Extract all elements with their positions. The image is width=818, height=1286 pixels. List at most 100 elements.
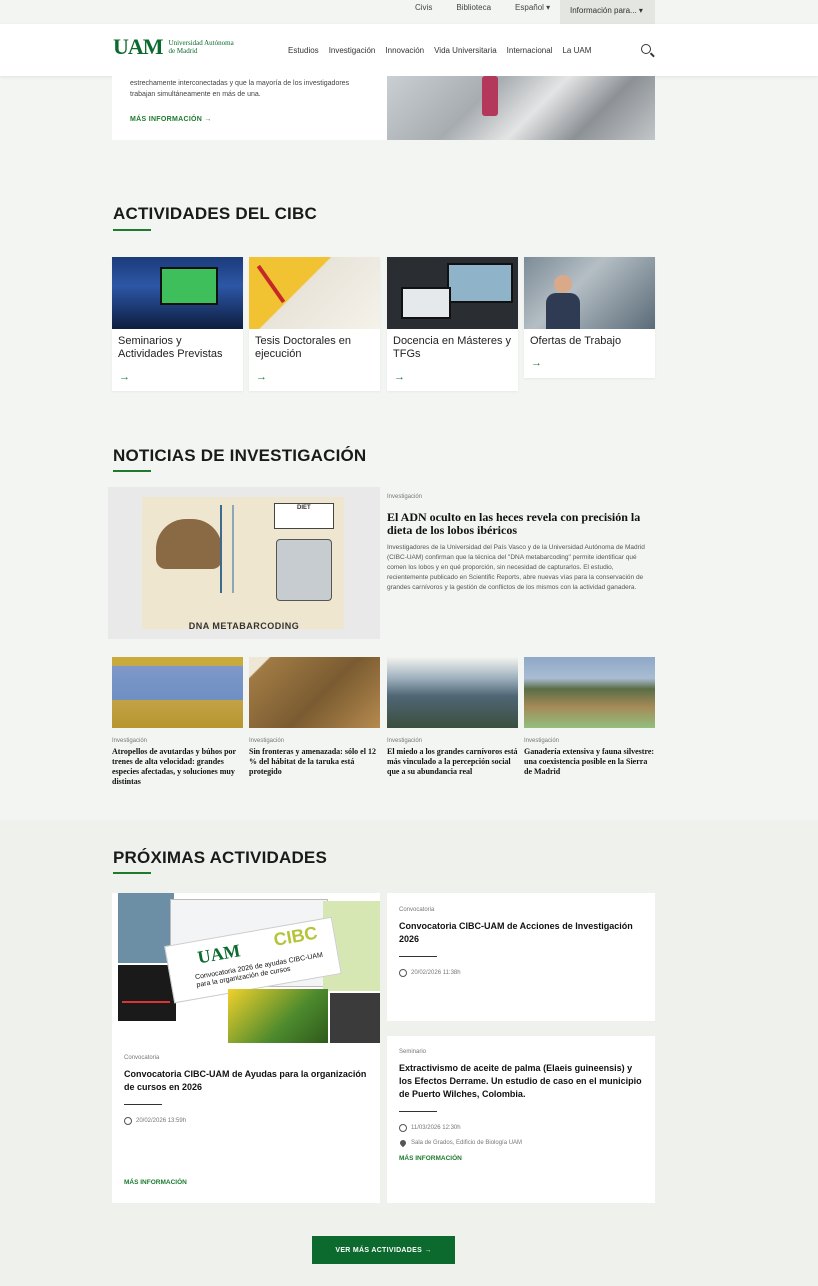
convocatoria-collage: UAM CIBC Convocatoria 2026 de ayudas CIB… xyxy=(118,893,380,1043)
arrow-right-icon: → xyxy=(394,371,405,383)
news-item-taruka[interactable]: Investigación Sin fronteras y amenazada:… xyxy=(249,657,380,777)
news-title-underline xyxy=(113,470,151,472)
upcoming-title-underline xyxy=(113,872,151,874)
logo-name-line-1: Universidad Autónoma xyxy=(168,39,234,47)
info-for-dropdown[interactable]: Información para... ▾ xyxy=(560,0,655,24)
dna-metabarcoding-illustration: DIET xyxy=(142,497,344,629)
nav-item-estudios[interactable]: Estudios xyxy=(288,46,319,55)
activity-card-docencia[interactable]: Docencia en Másteres y TFGs → xyxy=(387,257,518,391)
utility-bar: Civis Biblioteca Español ▾ Información p… xyxy=(0,0,818,24)
monitor-left xyxy=(401,287,451,319)
activities-title-underline xyxy=(113,229,151,231)
hero-block: estrechamente interconectadas y que la m… xyxy=(112,76,655,140)
arrow-right-icon: → xyxy=(256,371,267,383)
search-icon[interactable] xyxy=(641,44,651,54)
event-more-link[interactable]: MÁS INFORMACIÓN xyxy=(399,1155,643,1162)
hero-text: estrechamente interconectadas y que la m… xyxy=(130,80,350,98)
arrow-right-icon: → xyxy=(531,357,542,369)
news-item-carnivoros[interactable]: Investigación El miedo a los grandes car… xyxy=(387,657,518,777)
news-headline: Ganadería extensiva y fauna silvestre: u… xyxy=(524,747,655,776)
activity-card-label: Tesis Doctorales en ejecución xyxy=(255,335,351,360)
railway-photo xyxy=(112,657,243,728)
event-title: Extractivismo de aceite de palma (Elaeis… xyxy=(399,1063,642,1099)
activity-card-label: Ofertas de Trabajo xyxy=(530,335,622,347)
feature-news-image[interactable]: DIET DNA METABARCODING xyxy=(108,487,380,639)
language-selector[interactable]: Español ▾ xyxy=(515,3,550,12)
event-title: Convocatoria CIBC-UAM de Ayudas para la … xyxy=(124,1069,367,1092)
logo-name-line-2: de Madrid xyxy=(168,47,198,55)
activity-card-ofertas[interactable]: Ofertas de Trabajo → xyxy=(524,257,655,378)
signal-line xyxy=(122,1001,170,1003)
collage-uam-text: UAM xyxy=(196,940,242,968)
event-card-seminario[interactable]: Seminario Extractivismo de aceite de pal… xyxy=(387,1036,655,1203)
signal-plot xyxy=(118,965,176,1021)
main-nav: Estudios Investigación Innovación Vida U… xyxy=(288,46,591,55)
seminar-photo xyxy=(112,257,243,329)
event-more-link[interactable]: MÁS INFORMACIÓN xyxy=(124,1179,187,1186)
news-item-avutardas[interactable]: Investigación Atropellos de avutardas y … xyxy=(112,657,243,787)
nav-item-investigacion[interactable]: Investigación xyxy=(329,46,376,55)
utility-link-biblioteca[interactable]: Biblioteca xyxy=(456,3,491,12)
event-title: Convocatoria CIBC-UAM de Acciones de Inv… xyxy=(399,921,633,944)
event-place-text: Sala de Grados, Edificio de Biología UAM xyxy=(411,1140,523,1146)
event-divider xyxy=(124,1104,162,1105)
event-date-text: 20/02/2026 11:38h xyxy=(411,970,461,976)
event-place: Sala de Grados, Edificio de Biología UAM xyxy=(398,1138,643,1148)
utility-link-civis[interactable]: Civis xyxy=(415,3,432,12)
feature-news-summary: Investigadores de la Universidad del Paí… xyxy=(387,544,645,591)
teaching-photo xyxy=(387,257,518,329)
grazing-photo xyxy=(524,657,655,728)
news-category: Investigación xyxy=(249,738,285,744)
nav-item-internacional[interactable]: Internacional xyxy=(507,46,553,55)
feature-image-caption: DNA METABARCODING xyxy=(188,621,300,631)
wolf-shape xyxy=(156,519,222,569)
event-date: 20/02/2026 11:38h xyxy=(399,969,643,977)
logo-mark: UAM xyxy=(113,34,164,59)
event-card-cursos[interactable]: UAM CIBC Convocatoria 2026 de ayudas CIB… xyxy=(112,893,380,1203)
pen-shape xyxy=(256,264,286,304)
nav-item-vida-universitaria[interactable]: Vida Universitaria xyxy=(434,46,497,55)
utility-links: Civis Biblioteca Español ▾ xyxy=(415,3,550,12)
event-card-acciones[interactable]: Convocatoria Convocatoria CIBC-UAM de Ac… xyxy=(387,893,655,1021)
event-date: 11/03/2026 12:30h xyxy=(399,1124,643,1132)
carnivores-photo xyxy=(387,657,518,728)
event-divider xyxy=(399,956,437,957)
activity-card-label: Seminarios y Actividades Previstas xyxy=(118,335,223,360)
event-category: Seminario xyxy=(399,1049,427,1055)
clock-icon xyxy=(399,969,407,977)
news-category: Investigación xyxy=(112,738,148,744)
event-card-body: Convocatoria Convocatoria CIBC-UAM de Ay… xyxy=(124,1055,374,1125)
activity-card-seminarios[interactable]: Seminarios y Actividades Previstas → xyxy=(112,257,243,391)
see-more-activities-button[interactable]: VER MÁS ACTIVIDADES → xyxy=(312,1236,455,1264)
news-headline: El miedo a los grandes carnívoros está m… xyxy=(387,747,518,776)
hero-more-link[interactable]: MÁS INFORMACIÓN → xyxy=(130,116,212,123)
event-date: 20/02/2026 13:59h xyxy=(124,1117,374,1125)
person-head xyxy=(554,275,572,293)
event-date-text: 11/03/2026 12:30h xyxy=(411,1125,461,1131)
monitor-right xyxy=(447,263,513,303)
nav-item-innovacion[interactable]: Innovación xyxy=(385,46,424,55)
nav-item-la-uam[interactable]: La UAM xyxy=(562,46,591,55)
feature-news-headline[interactable]: El ADN oculto en las heces revela con pr… xyxy=(387,511,655,537)
uam-logo[interactable]: UAM Universidad Autónoma de Madrid xyxy=(113,34,249,60)
news-headline: Sin fronteras y amenazada: sólo el 12 % … xyxy=(249,747,376,776)
taruka-photo xyxy=(249,657,380,728)
person-body xyxy=(546,293,580,329)
arrow-right-icon: → xyxy=(119,371,130,383)
location-pin-icon xyxy=(398,1138,408,1148)
sequencer-machine xyxy=(276,539,332,601)
collage-cibc-text: CIBC xyxy=(272,922,319,950)
news-category: Investigación xyxy=(524,738,560,744)
diet-label: DIET xyxy=(297,505,311,511)
site-header: UAM Universidad Autónoma de Madrid Estud… xyxy=(0,24,818,76)
news-headline: Atropellos de avutardas y búhos por tren… xyxy=(112,747,236,786)
diet-panel: DIET xyxy=(274,503,334,529)
clock-icon xyxy=(399,1124,407,1132)
news-category: Investigación xyxy=(387,494,423,500)
news-item-ganaderia[interactable]: Investigación Ganadería extensiva y faun… xyxy=(524,657,655,777)
activities-title: ACTIVIDADES DEL CIBC xyxy=(113,204,317,223)
activity-card-tesis[interactable]: Tesis Doctorales en ejecución → xyxy=(249,257,380,391)
event-category: Convocatoria xyxy=(124,1055,160,1061)
logo-name: Universidad Autónoma de Madrid xyxy=(169,39,249,55)
feature-news-text: Investigación El ADN oculto en las heces… xyxy=(387,494,655,593)
